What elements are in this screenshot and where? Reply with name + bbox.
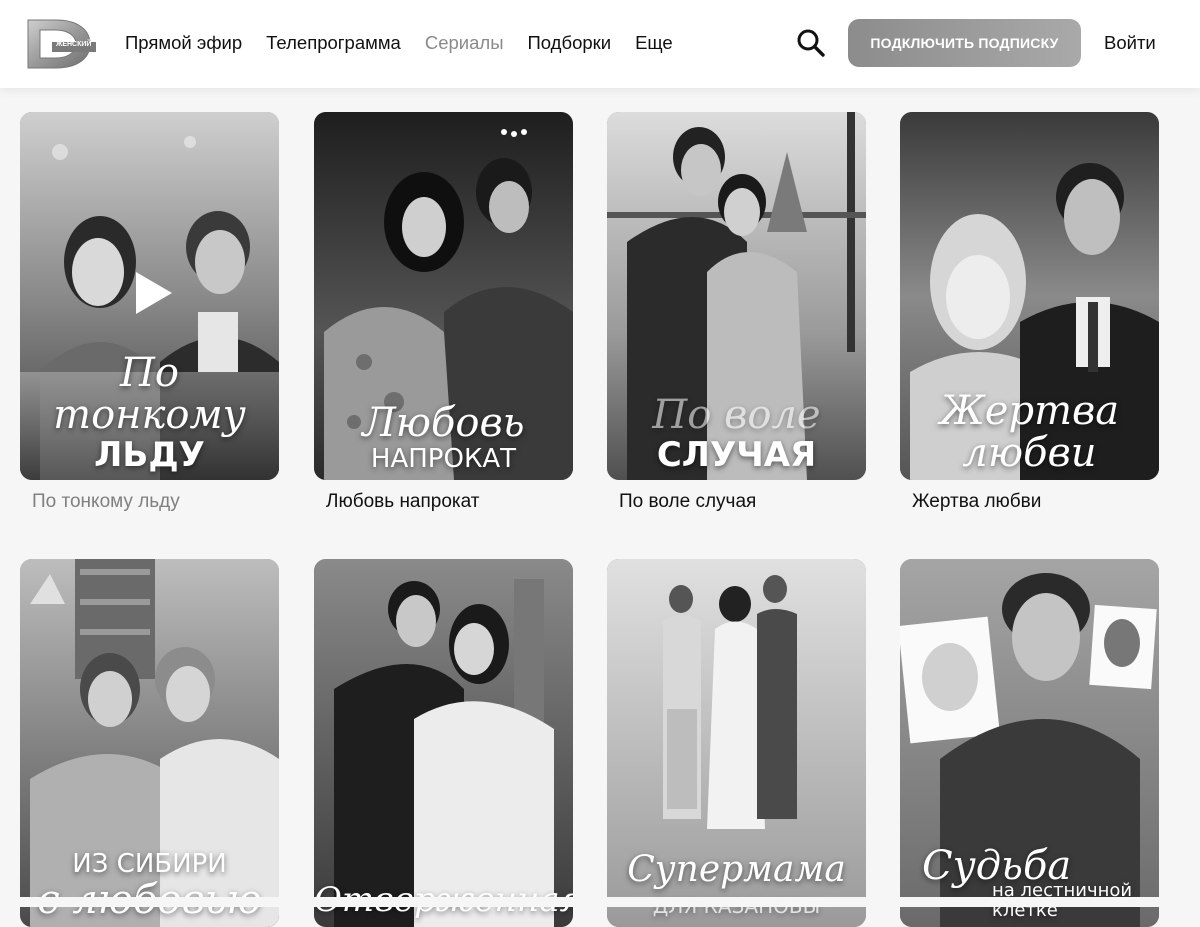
series-title[interactable]: По тонкому льду xyxy=(20,491,279,513)
series-card-po-tonkomu-ldu[interactable]: По тонкому ЛЬДУ По тонкому льду xyxy=(20,112,279,513)
nav-series[interactable]: Сериалы xyxy=(425,32,504,54)
poster-title-line1: По тонкому xyxy=(53,350,246,438)
series-poster[interactable]: ИЗ СИБИРИ с любовью xyxy=(20,559,279,927)
series-poster[interactable]: По тонкому ЛЬДУ xyxy=(20,112,279,480)
poster-title-line1: Супермама xyxy=(627,849,846,890)
poster-title-line2: СЛУЧАЯ xyxy=(656,435,817,475)
series-card-sudba-na-lestnichnoy-kletke[interactable]: Судьба на лестничной клетке xyxy=(900,559,1159,927)
series-card-iz-sibiri-s-lyubovyu[interactable]: ИЗ СИБИРИ с любовью xyxy=(20,559,279,927)
poster-title: По тонкому ЛЬДУ xyxy=(20,352,279,474)
nav-more[interactable]: Еще xyxy=(635,32,673,54)
nav-tv-program[interactable]: Телепрограмма xyxy=(266,32,401,54)
series-title[interactable]: Любовь напрокат xyxy=(314,491,573,513)
poster-title-line2: любви xyxy=(962,430,1097,476)
series-poster[interactable]: Отверженная xyxy=(314,559,573,927)
search-icon[interactable] xyxy=(796,28,826,58)
page-bottom-edge xyxy=(0,897,1200,907)
series-card-po-vole-sluchaya[interactable]: По воле СЛУЧАЯ По воле случая xyxy=(607,112,866,513)
series-poster[interactable]: Судьба на лестничной клетке xyxy=(900,559,1159,927)
poster-title-line1: Жертва xyxy=(939,388,1120,434)
series-card-zhertva-lyubvi[interactable]: Жертва любви Жертва любви xyxy=(900,112,1159,513)
poster-title: По воле СЛУЧАЯ xyxy=(607,394,866,474)
series-card-lyubov-naprokat[interactable]: Любовь НАПРОКАТ Любовь напрокат xyxy=(314,112,573,513)
series-title[interactable]: Жертва любви xyxy=(900,491,1159,513)
channel-logo[interactable]: ЖЕНСКИЙ xyxy=(26,16,98,70)
site-header: ЖЕНСКИЙ Прямой эфир Телепрограмма Сериал… xyxy=(0,0,1200,88)
series-title[interactable]: По воле случая xyxy=(607,491,866,513)
logo-text: ЖЕНСКИЙ xyxy=(56,41,92,48)
poster-title-line2: ЛЬДУ xyxy=(94,435,205,475)
series-poster[interactable]: Супермама ДЛЯ КАЗАНОВЫ xyxy=(607,559,866,927)
series-poster[interactable]: Жертва любви xyxy=(900,112,1159,480)
login-link[interactable]: Войти xyxy=(1104,32,1156,54)
nav-live[interactable]: Прямой эфир xyxy=(125,32,242,54)
series-poster[interactable]: Любовь НАПРОКАТ xyxy=(314,112,573,480)
poster-title-line2: НАПРОКАТ xyxy=(370,444,517,474)
series-card-supermama-dlya-kazanovy[interactable]: Супермама ДЛЯ КАЗАНОВЫ xyxy=(607,559,866,927)
poster-title: ИЗ СИБИРИ с любовью xyxy=(20,849,279,921)
poster-title-line1: ИЗ СИБИРИ xyxy=(72,849,227,879)
poster-title: Судьба на лестничной клетке xyxy=(900,845,1159,921)
poster-title: Любовь НАПРОКАТ xyxy=(314,402,573,474)
poster-title-line1: Любовь xyxy=(362,400,525,446)
series-card-otverzhennaya[interactable]: Отверженная xyxy=(314,559,573,927)
poster-title: Супермама ДЛЯ КАЗАНОВЫ xyxy=(607,849,866,921)
main-nav: Прямой эфир Телепрограмма Сериалы Подбор… xyxy=(125,32,673,54)
nav-collections[interactable]: Подборки xyxy=(528,32,612,54)
poster-title-line1: По воле xyxy=(652,392,821,438)
poster-title: Жертва любви xyxy=(900,390,1159,474)
subscribe-button[interactable]: ПОДКЛЮЧИТЬ ПОДПИСКУ xyxy=(848,19,1081,67)
series-poster[interactable]: По воле СЛУЧАЯ xyxy=(607,112,866,480)
play-icon[interactable] xyxy=(136,272,172,314)
